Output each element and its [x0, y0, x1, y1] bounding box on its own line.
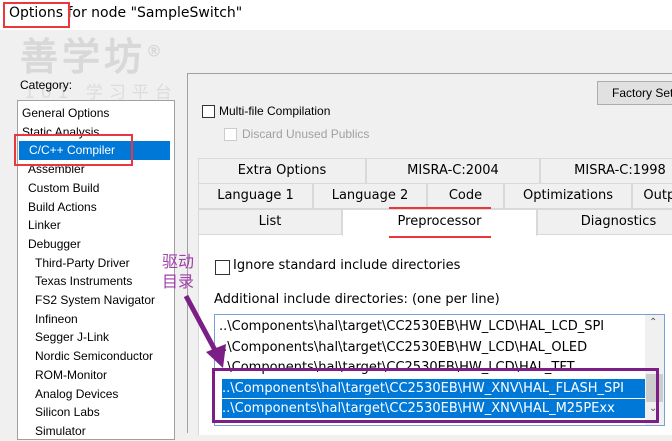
- purple-highlight-box: [212, 368, 659, 423]
- tab-extra-options[interactable]: Extra Options: [198, 158, 366, 184]
- tab-preprocessor[interactable]: Preprocessor: [342, 209, 537, 236]
- tab-optimizations[interactable]: Optimizations: [504, 183, 632, 209]
- category-item[interactable]: ROM-Monitor: [35, 366, 186, 385]
- category-item[interactable]: Custom Build: [28, 179, 179, 198]
- tab-language-2[interactable]: Language 2: [313, 183, 427, 209]
- category-label: Category:: [20, 78, 73, 92]
- discard-checkbox: [224, 128, 237, 141]
- tab-misra-c-2004[interactable]: MISRA-C:2004: [366, 158, 540, 184]
- multi-file-checkbox[interactable]: [202, 105, 215, 118]
- tab-code[interactable]: Code: [427, 183, 504, 209]
- ignore-std-checkbox[interactable]: [215, 260, 230, 275]
- include-dir-line[interactable]: ..\Components\hal\target\CC2530EB\HW_LCD…: [219, 338, 587, 357]
- tab-language-1[interactable]: Language 1: [198, 183, 313, 209]
- red-highlight-box: [14, 134, 133, 166]
- category-item[interactable]: Nordic Semiconductor: [35, 347, 186, 366]
- title-node: for node "SampleSwitch": [63, 5, 243, 21]
- category-item[interactable]: FS2 System Navigator: [35, 291, 186, 310]
- include-dirs-label: Additional include directories: (one per…: [214, 292, 500, 307]
- category-item[interactable]: Analog Devices: [35, 385, 186, 404]
- watermark-logo: 善学坊®: [20, 35, 167, 79]
- multi-file-label: Multi-file Compilation: [219, 104, 331, 118]
- tab-list[interactable]: List: [198, 209, 342, 235]
- category-item[interactable]: Segger J-Link: [35, 328, 186, 347]
- ignore-std-label: Ignore standard include directories: [233, 258, 461, 273]
- category-item[interactable]: Simulator: [35, 422, 186, 441]
- include-dir-line[interactable]: ..\Components\hal\target\CC2530EB\HW_LCD…: [219, 317, 604, 336]
- category-item[interactable]: Debugger: [28, 235, 179, 254]
- category-item[interactable]: Infineon: [35, 310, 186, 329]
- tab-output[interactable]: Output: [632, 183, 672, 209]
- category-item[interactable]: Silicon Labs: [35, 403, 186, 422]
- category-item[interactable]: Build Actions: [28, 198, 179, 217]
- tab-diagnostics[interactable]: Diagnostics: [537, 209, 672, 235]
- category-item[interactable]: Linker: [28, 216, 179, 235]
- annotation-text: 驱动目录: [162, 252, 195, 291]
- red-highlight-box: [3, 2, 70, 28]
- factory-settings-button[interactable]: Factory Settings: [597, 81, 672, 105]
- annotation-arrow-icon: [183, 294, 226, 368]
- tab-misra-c-1998[interactable]: MISRA-C:1998: [540, 158, 672, 184]
- category-item[interactable]: General Options: [22, 104, 173, 123]
- scroll-up-icon[interactable]: ⌃: [649, 317, 657, 328]
- discard-label: Discard Unused Publics: [242, 127, 370, 141]
